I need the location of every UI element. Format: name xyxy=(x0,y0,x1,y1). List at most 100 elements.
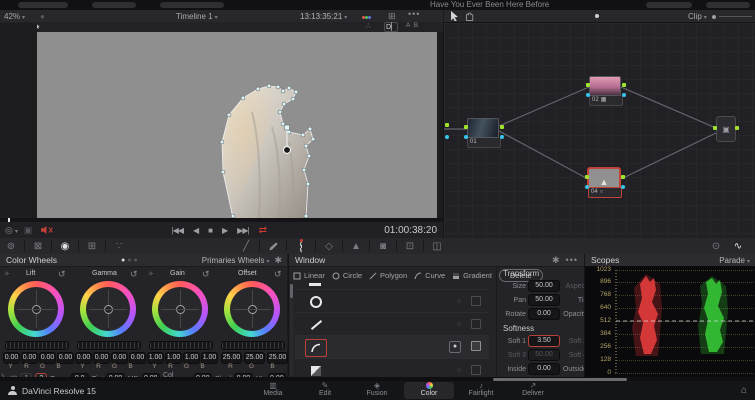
window-row-polygon[interactable]: ○ xyxy=(295,313,489,336)
page-dot[interactable]: ● xyxy=(127,257,131,264)
output-node[interactable]: ▣ xyxy=(713,116,739,142)
page-dot-active[interactable]: ● xyxy=(121,257,125,264)
motion-effects-icon[interactable]: ∵ xyxy=(108,241,130,252)
panel-settings-icon[interactable]: ✱ xyxy=(274,255,282,265)
power-window-overlay[interactable] xyxy=(37,32,437,219)
window-row-gradient[interactable]: ○ xyxy=(295,359,489,377)
media-pool-button-clipped[interactable] xyxy=(160,2,224,8)
inside-value[interactable]: 0.00 xyxy=(528,363,560,375)
node-zoom-handle[interactable] xyxy=(595,14,599,18)
wheels-mini-icon[interactable] xyxy=(362,12,371,21)
gamma-wheel[interactable] xyxy=(80,281,136,337)
loop-button[interactable]: ⇄ xyxy=(259,225,267,236)
grab-still-icon[interactable]: ▣ xyxy=(24,225,33,235)
tab-fairlight[interactable]: ♪ Fairlight xyxy=(456,382,506,399)
go-to-start-button[interactable]: |◀◀ xyxy=(172,226,184,235)
row-mask-toggle[interactable] xyxy=(471,365,481,375)
panel-settings-icon[interactable]: ✱ xyxy=(552,255,560,265)
row-mask-toggle[interactable] xyxy=(471,319,481,329)
window-icon[interactable] xyxy=(289,238,313,253)
parade-scope[interactable]: 1023 896 768 640 512 384 256 128 0 xyxy=(585,266,755,377)
rgb-mixer-icon[interactable]: ⊞ xyxy=(81,241,103,252)
go-to-end-button[interactable]: ▶▶| xyxy=(237,226,249,235)
tab-media[interactable]: ▥ Media xyxy=(248,382,298,399)
offset-master-wheel[interactable] xyxy=(221,341,285,350)
lift-reset-icon[interactable]: ↺ xyxy=(58,270,66,279)
mute-audio-icon[interactable] xyxy=(40,225,54,235)
unmix-icon[interactable]: ∴ xyxy=(366,23,370,30)
user-avatar-icon[interactable] xyxy=(8,386,17,395)
row-mask-toggle-active[interactable] xyxy=(471,341,481,351)
page-dot[interactable]: ● xyxy=(134,257,138,264)
curves-icon[interactable]: ╱ xyxy=(235,241,257,252)
curve-tool-button[interactable]: Curve xyxy=(414,271,445,280)
node-02[interactable]: 02 ▦ xyxy=(586,76,626,106)
tab-deliver[interactable]: ↗ Deliver xyxy=(508,382,558,399)
offset-wheel[interactable] xyxy=(224,281,280,337)
wheel-mode-icon[interactable]: ✧ xyxy=(4,271,10,278)
gain-reset-icon[interactable]: ↺ xyxy=(202,270,210,279)
node-04-selected[interactable]: ▲ 04 ○ xyxy=(585,168,625,198)
gain-wheel[interactable] xyxy=(152,281,208,337)
wheel-mode-icon[interactable]: ✧ xyxy=(148,271,154,278)
size-value[interactable]: 50.00 xyxy=(528,280,560,292)
node-scale-handle[interactable] xyxy=(712,14,716,19)
timeline-select[interactable]: Timeline 1 ▾ xyxy=(176,12,218,21)
wheels-mode-select[interactable]: Primaries Wheels ▾ xyxy=(202,256,270,265)
window-list-scrollbar[interactable] xyxy=(290,284,293,376)
step-back-button[interactable]: ◀ xyxy=(193,226,199,235)
row-bypass-icon-active[interactable]: ● xyxy=(449,341,461,353)
viewer-zoom-select[interactable]: 42% ▾ xyxy=(4,12,25,21)
viewer-canvas[interactable] xyxy=(37,32,437,219)
soft3-value[interactable]: 50.00 xyxy=(528,349,560,361)
panel-options-icon[interactable]: ••• xyxy=(566,255,578,265)
key-icon[interactable]: ◙ xyxy=(372,241,394,252)
scrollbar-thumb[interactable] xyxy=(290,284,293,298)
tab-edit[interactable]: ✎ Edit xyxy=(300,382,350,399)
expand-viewer-icon[interactable]: ⊞ xyxy=(388,12,396,21)
soft1-value[interactable]: 3.50 xyxy=(528,335,560,347)
linear-tool-button[interactable]: Linear xyxy=(293,271,325,280)
node-mode-select[interactable]: Clip ▾ xyxy=(688,12,707,21)
window-row-circle[interactable]: ○ xyxy=(295,290,489,313)
row-bypass-icon[interactable]: ○ xyxy=(457,298,461,305)
polygon-tool-button[interactable]: Polygon xyxy=(369,271,407,280)
sizing-icon[interactable]: ⊡ xyxy=(399,241,421,252)
scopes-toggle-icon[interactable]: ∿ xyxy=(727,241,749,252)
ab-compare-icon[interactable]: A B xyxy=(406,22,419,30)
rotate-value[interactable]: 0.00 xyxy=(528,308,560,320)
qualifier-icon[interactable] xyxy=(262,241,284,252)
blur-icon[interactable]: ▲ xyxy=(345,241,367,252)
hand-tool-icon[interactable] xyxy=(464,11,474,21)
row-mask-toggle[interactable] xyxy=(471,296,481,306)
stop-button[interactable]: ■ xyxy=(208,226,213,235)
color-wheels-icon[interactable]: ◉ xyxy=(54,241,76,252)
tab-fusion[interactable]: ◈ Fusion xyxy=(352,382,402,399)
stereo-3d-icon[interactable]: ◫ xyxy=(426,241,448,252)
row-bypass-icon[interactable]: ○ xyxy=(457,367,461,374)
window-row-linear-clipped[interactable] xyxy=(295,283,489,290)
nodes-button-clipped[interactable] xyxy=(646,2,692,8)
split-screen-icon[interactable]: D▏ xyxy=(384,22,399,32)
row-bypass-icon[interactable]: ○ xyxy=(457,321,461,328)
project-manager-home-icon[interactable]: ⌂ xyxy=(741,385,747,396)
gain-master-wheel[interactable] xyxy=(149,341,213,350)
offset-reset-icon[interactable]: ↺ xyxy=(274,270,282,279)
viewer-options-icon[interactable]: ••• xyxy=(408,10,420,19)
tab-color[interactable]: Color xyxy=(404,382,454,399)
source-timecode-select[interactable]: 13:13:35:21 ▾ xyxy=(300,12,347,21)
tracker-icon[interactable]: ◇ xyxy=(318,241,340,252)
camera-raw-icon[interactable]: ⊚ xyxy=(0,241,22,252)
luts-button-clipped[interactable] xyxy=(92,2,136,8)
gradient-tool-button[interactable]: Gradient xyxy=(452,271,492,280)
openfx-button-clipped[interactable] xyxy=(706,2,750,8)
color-match-icon[interactable]: ⊠ xyxy=(27,241,49,252)
node-scale-slider[interactable] xyxy=(719,16,752,17)
cursor-tool-icon[interactable] xyxy=(450,11,460,21)
circle-tool-button[interactable]: Circle xyxy=(332,271,362,280)
lift-master-wheel[interactable] xyxy=(5,341,69,350)
window-row-curve-selected[interactable]: ● xyxy=(295,336,489,359)
scope-mode-select[interactable]: Parade ▾ xyxy=(719,256,750,265)
node-01[interactable]: 01 xyxy=(464,118,504,148)
highlight-eye-icon[interactable]: ⊙ xyxy=(705,241,727,252)
